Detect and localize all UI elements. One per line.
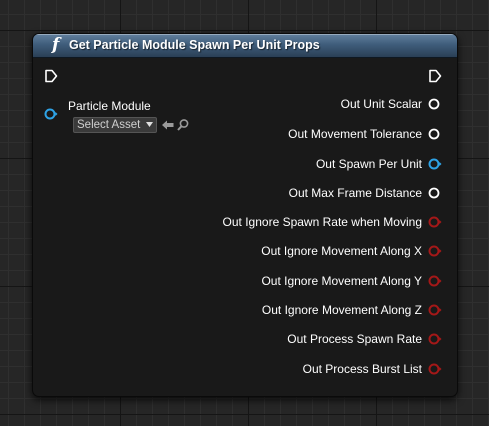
float-pin-icon[interactable] — [428, 186, 442, 200]
bool-pin-icon[interactable] — [428, 362, 442, 376]
float-pin-icon[interactable] — [428, 127, 442, 141]
header-highlight — [33, 34, 457, 35]
output-label-process-spawn-rate: Out Process Spawn Rate — [287, 332, 422, 346]
node-header[interactable]: f Get Particle Module Spawn Per Unit Pro… — [33, 34, 457, 58]
output-label-unit-scalar: Out Unit Scalar — [340, 97, 422, 111]
output-label-max-frame-distance: Out Max Frame Distance — [288, 186, 422, 200]
output-label-spawn-per-unit: Out Spawn Per Unit — [315, 157, 422, 171]
bool-pin-icon[interactable] — [428, 244, 442, 258]
output-label-movement-tolerance: Out Movement Tolerance — [288, 127, 422, 141]
select-asset-dropdown[interactable]: Select Asset — [73, 117, 157, 133]
select-asset-label: Select Asset — [77, 119, 141, 131]
bool-pin-icon[interactable] — [428, 215, 442, 229]
blueprint-function-node[interactable]: f Get Particle Module Spawn Per Unit Pro… — [32, 33, 458, 397]
output-label-ignore-movement-x: Out Ignore Movement Along X — [261, 244, 422, 258]
output-label-process-burst-list: Out Process Burst List — [302, 362, 422, 376]
back-arrow-icon[interactable] — [161, 118, 175, 132]
output-label-ignore-movement-y: Out Ignore Movement Along Y — [261, 274, 422, 288]
float-pin-icon[interactable] — [428, 97, 442, 111]
chevron-down-icon — [146, 122, 153, 127]
magnifier-icon[interactable] — [176, 118, 190, 132]
object-pin-icon[interactable] — [428, 157, 442, 171]
output-label-ignore-spawn-rate: Out Ignore Spawn Rate when Moving — [222, 215, 422, 229]
exec-output-pin-icon[interactable] — [428, 69, 442, 83]
particle-module-input-pin[interactable] — [44, 107, 58, 121]
bool-pin-icon[interactable] — [428, 274, 442, 288]
node-title: Get Particle Module Spawn Per Unit Props — [69, 38, 320, 52]
particle-module-label: Particle Module — [68, 99, 151, 113]
exec-input-pin-icon[interactable] — [44, 69, 58, 83]
bool-pin-icon[interactable] — [428, 332, 442, 346]
output-label-ignore-movement-z: Out Ignore Movement Along Z — [261, 303, 422, 317]
bool-pin-icon[interactable] — [428, 303, 442, 317]
function-icon: f — [52, 35, 60, 55]
